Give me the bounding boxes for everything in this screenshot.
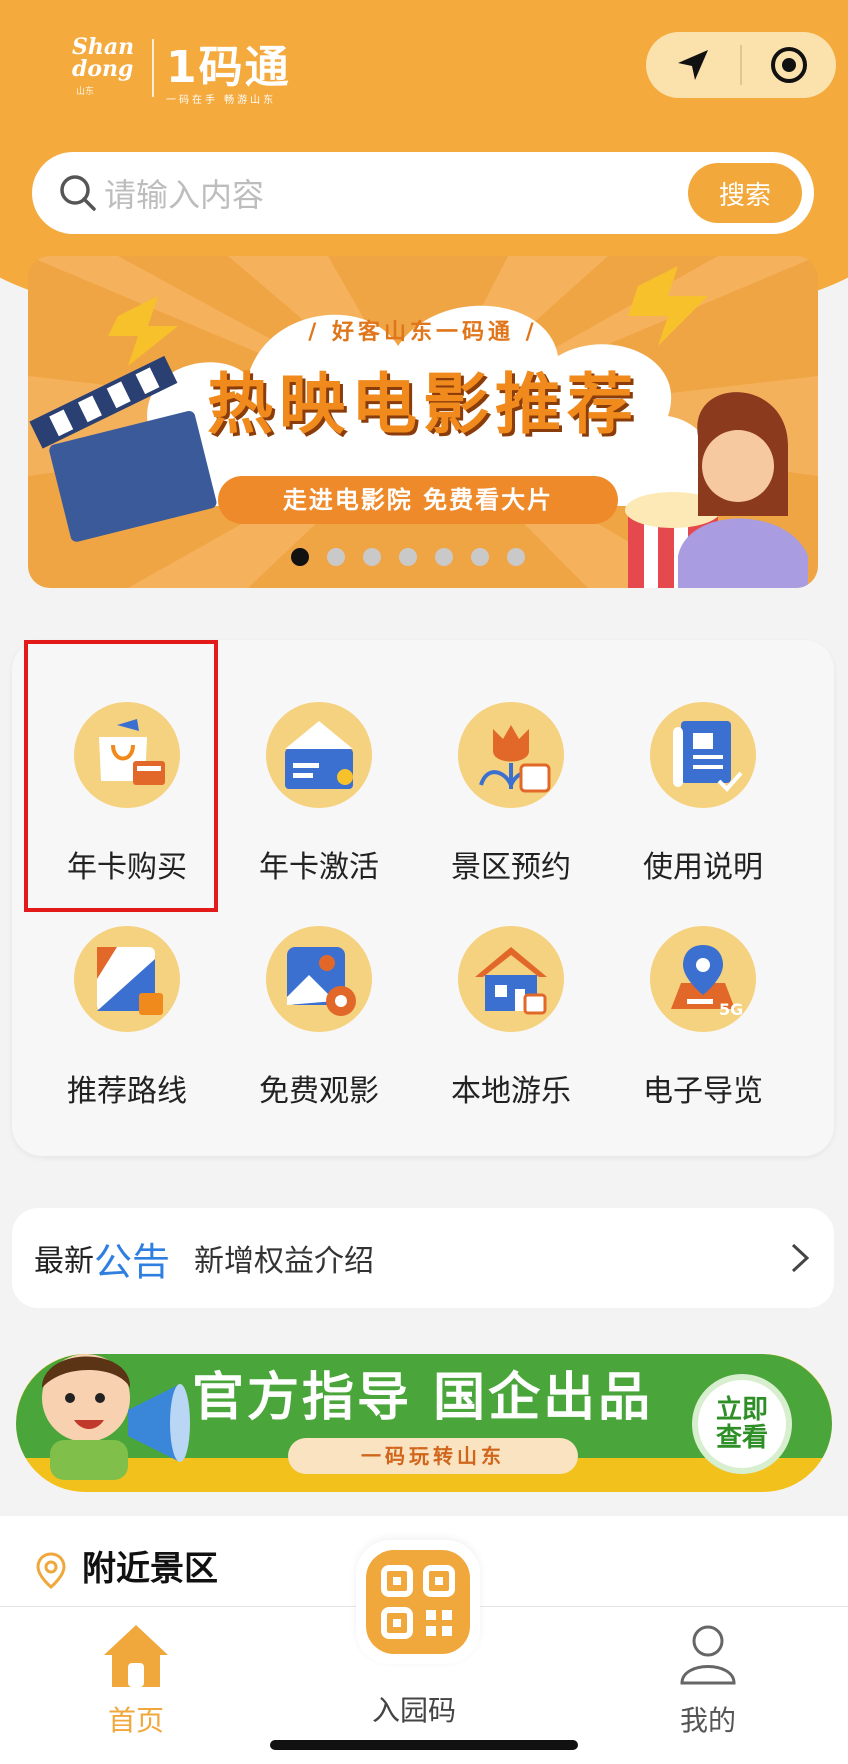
carousel-dot[interactable] xyxy=(507,548,525,566)
grid-item-recommended-routes[interactable]: 推荐路线 xyxy=(32,926,222,1146)
carousel-dot[interactable] xyxy=(291,548,309,566)
tab-label: 首页 xyxy=(107,1704,164,1737)
banner-title: 热映电影推荐 xyxy=(207,366,639,443)
tab-label: 我的 xyxy=(679,1704,736,1737)
cartoon-megaphone-icon xyxy=(42,1354,190,1480)
film-image-icon xyxy=(266,926,372,1032)
house-coffee-icon xyxy=(458,926,564,1032)
banner-pill: 走进电影院 免费看大片 xyxy=(218,476,618,524)
home-indicator xyxy=(270,1740,578,1750)
search-button[interactable]: 搜索 xyxy=(688,163,802,223)
carousel-dot[interactable] xyxy=(471,548,489,566)
banner-subtitle: / 好客山东一码通 / xyxy=(308,320,538,345)
grid-item-label: 电子导览 xyxy=(643,1074,763,1109)
ad-cta-button[interactable]: 立即查看 xyxy=(692,1374,792,1474)
chevron-right-icon xyxy=(791,1243,810,1273)
carousel-indicator xyxy=(28,548,818,566)
tulip-calendar-icon xyxy=(458,702,564,808)
tab-mine[interactable]: 我的 xyxy=(608,1607,808,1764)
svg-text:5G: 5G xyxy=(719,1000,743,1019)
qr-code-button[interactable] xyxy=(356,1540,480,1664)
search-icon xyxy=(60,175,96,211)
carousel-dot[interactable] xyxy=(363,548,381,566)
location-arrow-icon[interactable] xyxy=(646,32,740,98)
carousel-dot[interactable] xyxy=(327,548,345,566)
map-pin-5g-icon: 5G xyxy=(650,926,756,1032)
ad-headline: 官方指导 国企出品 xyxy=(192,1368,654,1428)
logo-tagline: 一码在手 畅游山东 xyxy=(166,95,277,106)
promo-banner[interactable]: / 好客山东一码通 / 热映电影推荐 走进电影院 免费看大片 xyxy=(28,256,818,588)
grid-item-label: 免费观影 xyxy=(259,1074,379,1109)
announcement-bar[interactable]: 最新 公告 新增权益介绍 xyxy=(12,1208,834,1308)
user-icon xyxy=(680,1625,736,1685)
target-circle-icon[interactable] xyxy=(742,32,836,98)
grid-item-local-entertainment[interactable]: 本地游乐 xyxy=(416,926,606,1146)
manual-book-icon xyxy=(650,702,756,808)
announcement-prefix: 最新 xyxy=(34,1244,94,1279)
grid-item-scenic-booking[interactable]: 景区预约 xyxy=(416,702,606,922)
search-bar: 请输入内容 搜索 xyxy=(32,152,814,234)
logo-title: 1码通 一码在手 畅游山东 xyxy=(166,42,291,106)
grid-item-label: 本地游乐 xyxy=(451,1074,571,1109)
grid-item-label: 推荐路线 xyxy=(67,1074,187,1109)
search-input[interactable]: 请输入内容 xyxy=(104,170,688,216)
grid-item-free-movies[interactable]: 免费观影 xyxy=(224,926,414,1146)
grid-item-label: 年卡激活 xyxy=(259,850,379,885)
app-logo: Shan dong 山东 1码通 一码在手 畅游山东 xyxy=(72,28,342,108)
mini-program-capsule xyxy=(646,32,836,98)
announcement-highlight: 公告 xyxy=(94,1239,171,1284)
announcement-text: 新增权益介绍 xyxy=(194,1244,375,1279)
logo-region-mark: Shan dong 山东 xyxy=(72,34,135,97)
tab-home[interactable]: 首页 xyxy=(36,1607,236,1764)
highlight-box xyxy=(24,640,218,912)
grid-item-label: 景区预约 xyxy=(451,850,571,885)
logo-divider xyxy=(152,39,154,97)
nearby-title: 附近景区 xyxy=(82,1549,218,1589)
location-pin-icon xyxy=(36,1552,66,1589)
envelope-card-icon xyxy=(266,702,372,808)
ad-banner[interactable]: 官方指导 国企出品 一码玩转山东 立即查看 xyxy=(16,1332,832,1500)
carousel-dot[interactable] xyxy=(399,548,417,566)
grid-item-annual-card-activation[interactable]: 年卡激活 xyxy=(224,702,414,922)
grid-item-e-guide[interactable]: 5G 电子导览 xyxy=(608,926,798,1146)
home-icon xyxy=(104,1625,168,1687)
carousel-dot[interactable] xyxy=(435,548,453,566)
route-thumbs-up-icon xyxy=(74,926,180,1032)
header: Shan dong 山东 1码通 一码在手 畅游山东 xyxy=(0,0,848,140)
qr-code-icon xyxy=(381,1565,455,1639)
ad-subtitle: 一码玩转山东 xyxy=(288,1438,578,1474)
grid-item-label: 使用说明 xyxy=(643,850,763,885)
grid-item-user-guide[interactable]: 使用说明 xyxy=(608,702,798,922)
tab-label: 入园码 xyxy=(371,1694,456,1727)
